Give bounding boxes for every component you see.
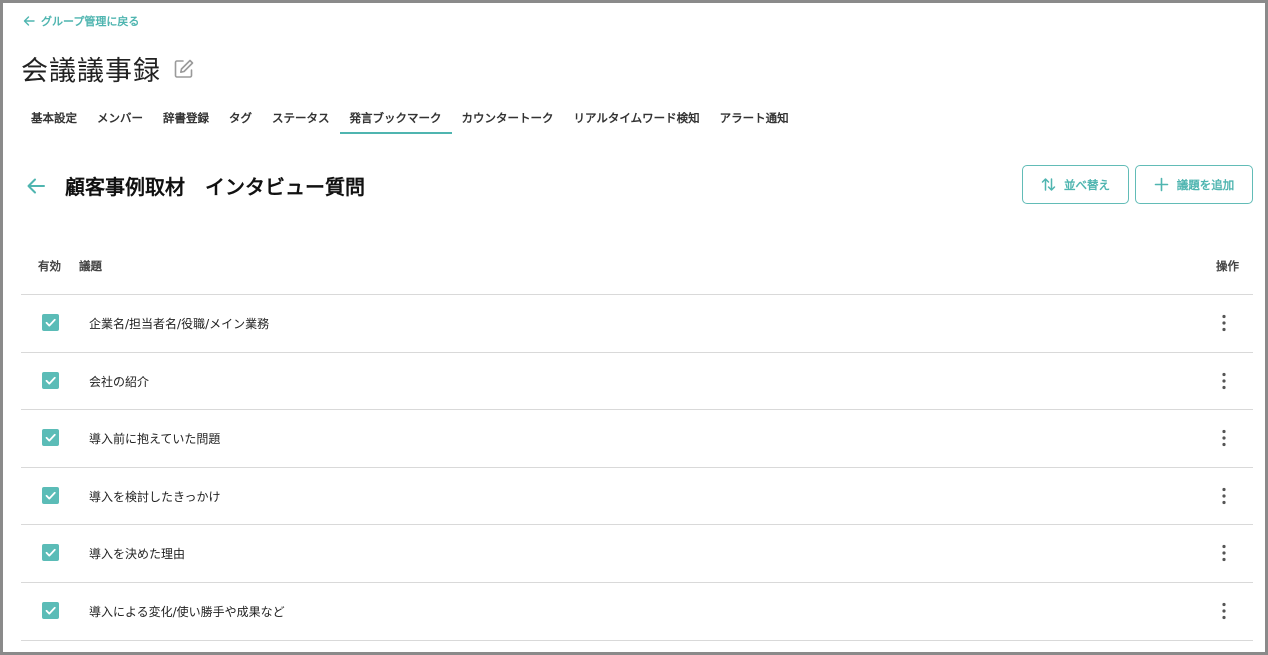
table-row: 導入による変化/使い勝手や成果など	[21, 583, 1253, 641]
enabled-checkbox[interactable]	[42, 314, 59, 331]
tab-basic-settings[interactable]: 基本設定	[21, 104, 87, 134]
topic-table-body: 企業名/担当者名/役職/メイン業務 会社の紹介 導入前に抱えていた問題 導入を検…	[21, 295, 1253, 641]
plus-icon	[1154, 177, 1169, 192]
tab-bar: 基本設定 メンバー 辞書登録 タグ ステータス 発言ブックマーク カウンタートー…	[21, 104, 799, 134]
check-icon	[45, 491, 56, 500]
tab-dictionary[interactable]: 辞書登録	[153, 104, 219, 134]
tab-status[interactable]: ステータス	[262, 104, 340, 134]
tab-realtime-word-detection[interactable]: リアルタイムワード検知	[564, 104, 710, 134]
topic-text: 会社の紹介	[89, 374, 150, 389]
kebab-icon	[1222, 602, 1226, 620]
sort-button[interactable]: 並べ替え	[1022, 165, 1129, 204]
table-row: 会社の紹介	[21, 353, 1253, 411]
kebab-icon	[1222, 545, 1226, 562]
kebab-icon	[1222, 430, 1226, 447]
topic-text: 導入前に抱えていた問題	[89, 432, 221, 447]
row-actions-button[interactable]	[1213, 427, 1235, 449]
row-actions-button[interactable]	[1213, 542, 1235, 564]
tab-speech-bookmarks[interactable]: 発言ブックマーク	[339, 104, 452, 134]
check-icon	[45, 376, 56, 385]
column-header-actions: 操作	[1216, 259, 1239, 273]
row-actions-button[interactable]	[1213, 485, 1235, 507]
table-row: 企業名/担当者名/役職/メイン業務	[21, 295, 1253, 353]
section-header: 顧客事例取材 インタビュー質問	[25, 171, 365, 200]
tab-counter-talk[interactable]: カウンタートーク	[452, 104, 564, 134]
tab-members[interactable]: メンバー	[87, 104, 153, 134]
topic-text: 企業名/担当者名/役職/メイン業務	[89, 317, 270, 331]
check-icon	[45, 549, 56, 557]
table-row: 導入を検討したきっかけ	[21, 468, 1253, 526]
row-actions-button[interactable]	[1213, 370, 1235, 392]
back-link-label[interactable]: グループ管理に戻る	[41, 13, 139, 29]
row-actions-button[interactable]	[1213, 600, 1235, 622]
page-title: 会議議事録	[21, 56, 161, 87]
table-row: 導入前に抱えていた問題	[21, 410, 1253, 468]
enabled-checkbox[interactable]	[42, 486, 59, 504]
kebab-icon	[1222, 487, 1226, 504]
topic-text: 導入を決めた理由	[89, 547, 186, 562]
row-actions-button[interactable]	[1213, 312, 1235, 334]
table-header: 有効 議題 操作	[21, 248, 1253, 295]
add-topic-button-label: 議題を追加	[1176, 177, 1235, 192]
topic-text: 導入による変化/使い勝手や成果など	[89, 604, 285, 619]
arrow-left-icon	[23, 16, 35, 26]
sort-button-label: 並べ替え	[1064, 177, 1110, 192]
tab-tags[interactable]: タグ	[219, 104, 262, 134]
column-header-topic: 議題	[79, 259, 102, 273]
page-title-row: 会議議事録	[21, 49, 195, 88]
check-icon	[45, 318, 56, 327]
add-topic-button[interactable]: 議題を追加	[1135, 165, 1253, 204]
sort-icon	[1041, 178, 1056, 191]
edit-icon[interactable]	[173, 58, 195, 80]
enabled-checkbox[interactable]	[42, 601, 59, 619]
column-header-enabled: 有効	[38, 259, 61, 273]
section-title: 顧客事例取材 インタビュー質問	[65, 175, 365, 199]
kebab-icon	[1222, 314, 1226, 332]
check-icon	[45, 606, 56, 615]
check-icon	[45, 434, 56, 442]
kebab-icon	[1222, 372, 1226, 389]
enabled-checkbox[interactable]	[42, 429, 59, 447]
enabled-checkbox[interactable]	[42, 371, 59, 389]
table-row: 導入を決めた理由	[21, 525, 1253, 583]
tab-alert-notifications[interactable]: アラート通知	[710, 104, 799, 134]
enabled-checkbox[interactable]	[42, 544, 59, 562]
arrow-left-icon[interactable]	[25, 175, 47, 197]
back-to-groups-link[interactable]: グループ管理に戻る	[23, 13, 139, 29]
app-window: グループ管理に戻る 会議議事録 基本設定 メンバー 辞書登録 タグ ステータス …	[0, 0, 1268, 655]
topic-text: 導入を検討したきっかけ	[89, 489, 221, 504]
